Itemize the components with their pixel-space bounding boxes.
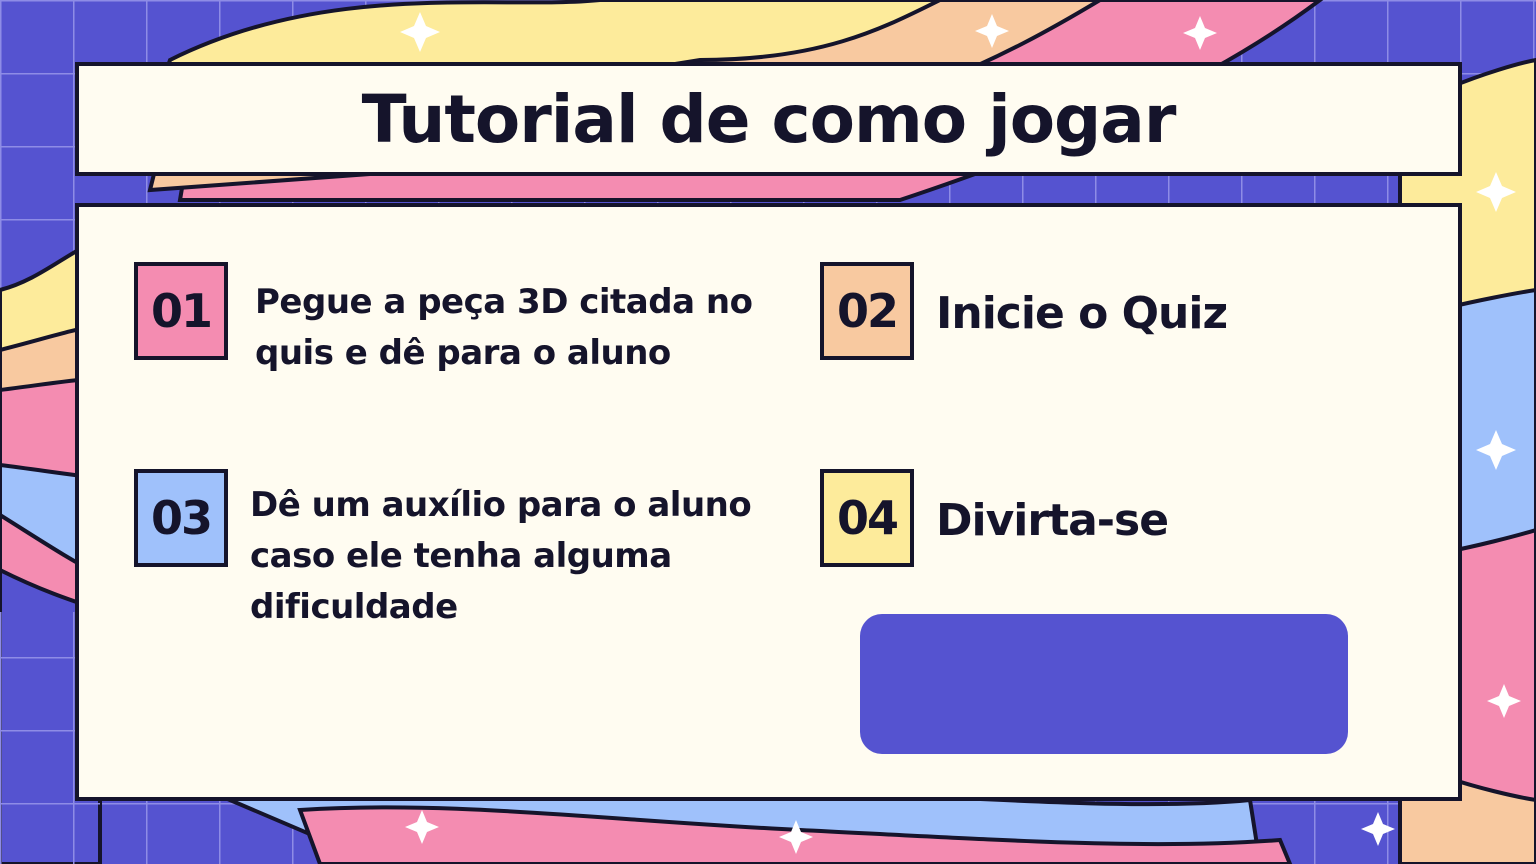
step-number-badge-3: 03	[134, 469, 228, 567]
step-number-badge-2: 02	[820, 262, 914, 360]
step-2-text: Inicie o Quiz	[936, 288, 1228, 339]
title-banner: Tutorial de como jogar	[75, 62, 1462, 176]
step-number-badge-1: 01	[134, 262, 228, 360]
step-1-text: Pegue a peça 3D citada no quis e dê para…	[255, 282, 753, 373]
step-4-text: Divirta-se	[936, 495, 1169, 546]
page-title: Tutorial de como jogar	[361, 80, 1177, 158]
step-3-text: Dê um auxílio para o aluno caso ele tenh…	[250, 485, 752, 627]
tutorial-panel: 01 Pegue a peça 3D citada no quis e dê p…	[75, 203, 1462, 801]
step-number-badge-4: 04	[820, 469, 914, 567]
action-button[interactable]	[860, 614, 1348, 754]
